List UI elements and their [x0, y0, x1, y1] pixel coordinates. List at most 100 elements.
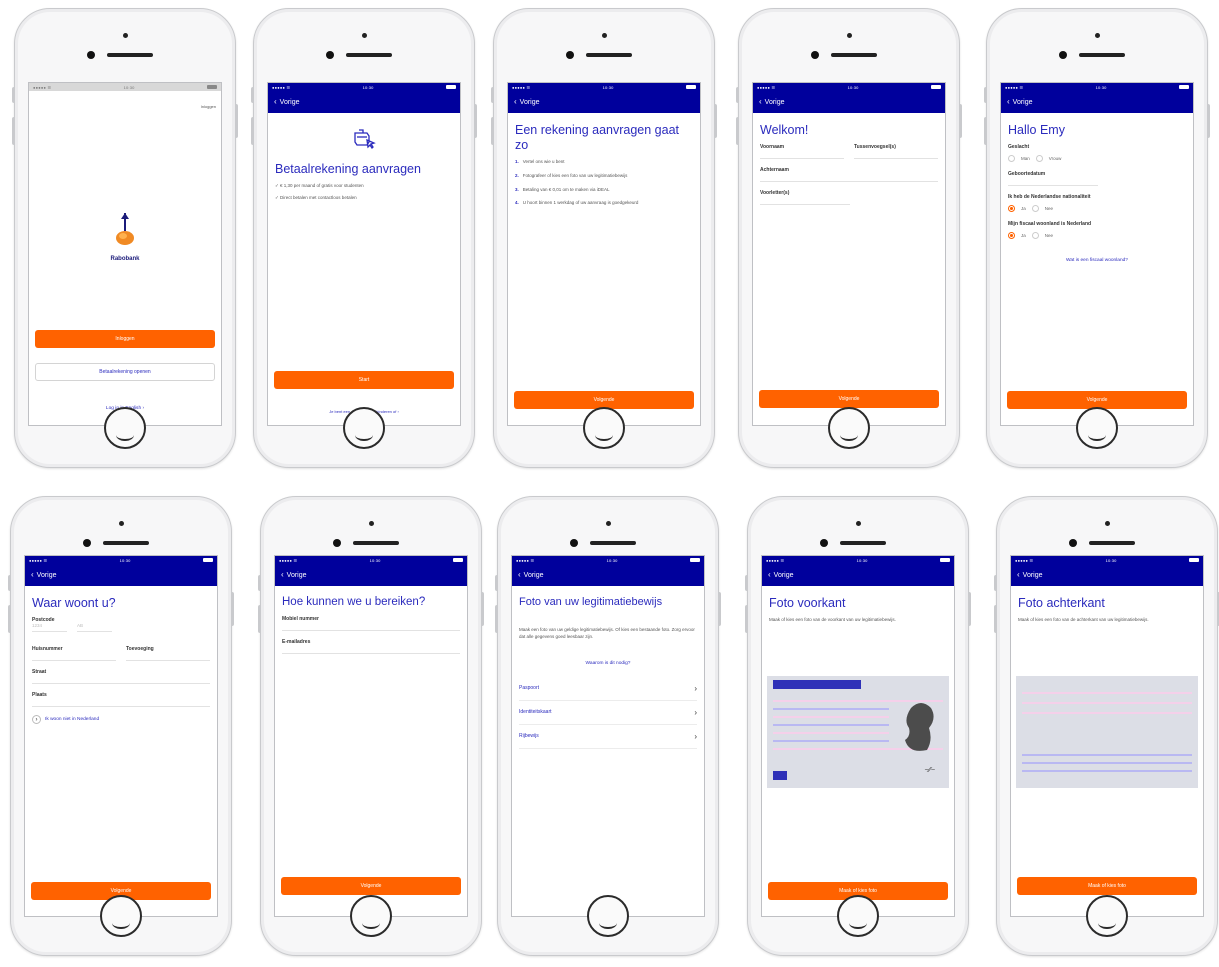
- chevron-left-icon: ‹: [274, 97, 277, 106]
- home-button[interactable]: [837, 895, 879, 937]
- phone-6: ●●●●● ☰ 10:30 ‹ Vorige Waar woont u? Postc…: [8, 496, 234, 956]
- doc-option-passport[interactable]: Paspoort ›: [519, 677, 697, 701]
- city-field[interactable]: [32, 698, 210, 707]
- top-right-link[interactable]: Inloggen: [29, 91, 221, 117]
- page-title: Hoe kunnen we u bereiken?: [282, 596, 426, 608]
- home-button[interactable]: [100, 895, 142, 937]
- home-button[interactable]: [828, 407, 870, 449]
- home-button[interactable]: [1076, 407, 1118, 449]
- chevron-left-icon: ‹: [281, 570, 284, 579]
- page-title: Waar woont u?: [32, 596, 116, 610]
- chevron-right-icon: ›: [694, 731, 697, 741]
- house-number-field[interactable]: [32, 652, 116, 661]
- navbar: ‹ Vorige: [508, 91, 700, 113]
- list-item: 2. Fotografeer of kies een foto van uw le…: [515, 172, 628, 178]
- rabobank-logo: Rabobank: [29, 211, 221, 262]
- first-name-field[interactable]: [760, 150, 844, 159]
- gender-label: Geslacht: [1008, 144, 1030, 150]
- street-field[interactable]: [32, 675, 210, 684]
- last-name-field[interactable]: [760, 173, 938, 182]
- status-bar: ●●●●● ☰ 10:30: [512, 556, 704, 564]
- back-button[interactable]: ‹ Vorige: [274, 98, 300, 106]
- back-button[interactable]: ‹ Vorige: [518, 571, 544, 579]
- back-button[interactable]: ‹ Vorige: [281, 571, 307, 579]
- back-button[interactable]: ‹ Vorige: [514, 98, 540, 106]
- instruction-text: Maak een foto van uw geldige legitimatie…: [519, 627, 695, 639]
- dob-field[interactable]: [1008, 177, 1098, 186]
- status-bar: ●●●●● ☰ 10:30: [268, 83, 460, 91]
- page-title: Foto voorkant: [769, 596, 846, 610]
- home-button[interactable]: [343, 407, 385, 449]
- screen-contact: ●●●●● ☰ 10:30 ‹ Vorige Hoe kunnen we u ber…: [274, 555, 468, 917]
- home-button[interactable]: [104, 407, 146, 449]
- next-button[interactable]: Volgende: [281, 877, 461, 895]
- status-bar: ●●●●● ☰ 10:30: [29, 83, 221, 91]
- radio-nationality-yes[interactable]: [1008, 205, 1015, 212]
- page-title: Een rekening aanvragen gaat zo: [515, 123, 680, 152]
- radio-man[interactable]: [1008, 155, 1015, 162]
- navbar: ‹ Vorige: [25, 564, 217, 586]
- back-button[interactable]: ‹ Vorige: [31, 571, 57, 579]
- residence-info-link[interactable]: Wat is een fiscaal woonland?: [1008, 248, 1186, 266]
- bullet-item: ✓ Direct betalen met contactloos betalen: [275, 194, 357, 200]
- why-link[interactable]: Waarom is dit nodig?: [519, 651, 697, 669]
- infix-field[interactable]: [854, 150, 938, 159]
- open-account-button[interactable]: Betaalrekening openen: [35, 363, 215, 381]
- page-title: Foto achterkant: [1018, 596, 1105, 610]
- radio-residence-no[interactable]: [1031, 232, 1039, 239]
- addition-field[interactable]: [126, 652, 210, 661]
- chevron-left-icon: ‹: [514, 97, 517, 106]
- take-photo-button[interactable]: Maak of kies foto: [1017, 877, 1197, 895]
- screen-id-front: ●●●●● ☰ 10:30 ‹ Vorige Foto voorkant Maak …: [761, 555, 955, 917]
- home-button[interactable]: [350, 895, 392, 937]
- phone-5: ●●●●● ☰ 10:30 ‹ Vorige Hallo Emy Geslacht …: [984, 8, 1210, 468]
- screen-splash: ●●●●● ☰ 10:30 Inloggen Rabobank Inloggen …: [28, 82, 222, 426]
- next-button[interactable]: Volgende: [759, 390, 939, 408]
- radio-woman[interactable]: [1035, 155, 1043, 162]
- start-button[interactable]: Start: [274, 371, 454, 389]
- chevron-left-icon: ‹: [768, 570, 771, 579]
- postcode-letters-field[interactable]: AB: [77, 623, 112, 632]
- doc-option-id-card[interactable]: Identiteitskaart ›: [519, 701, 697, 725]
- abroad-toggle[interactable]: › Ik woon niet in Nederland: [32, 715, 210, 724]
- screen-id-back: ●●●●● ☰ 10:30 ‹ Vorige Foto achterkant Maa…: [1010, 555, 1204, 917]
- email-field[interactable]: [282, 645, 460, 654]
- back-button[interactable]: ‹ Vorige: [1007, 98, 1033, 106]
- navbar: ‹ Vorige: [275, 564, 467, 586]
- status-bar: ●●●●● ☰ 10:30: [1001, 83, 1193, 91]
- home-button[interactable]: [583, 407, 625, 449]
- navbar: ‹ Vorige: [753, 91, 945, 113]
- phone-button: [12, 87, 15, 103]
- instruction-text: Maak of kies een foto van de voorkant va…: [769, 617, 896, 622]
- chevron-right-icon: ›: [694, 707, 697, 717]
- speaker: [107, 53, 153, 57]
- page-title: Welkom!: [760, 123, 809, 137]
- login-button[interactable]: Inloggen: [35, 330, 215, 348]
- id-card-front-illustration: ~⁄⁄~: [767, 676, 949, 788]
- chevron-right-icon: ›: [32, 715, 41, 724]
- navbar: ‹ Vorige: [512, 564, 704, 586]
- back-button[interactable]: ‹ Vorige: [759, 98, 785, 106]
- chevron-right-icon: ›: [694, 683, 697, 693]
- instruction-text: Maak of kies een foto van de achterkant …: [1018, 617, 1149, 622]
- steps-list: 1. Vertel ons wie u bent 2. Fotografeer of…: [515, 159, 693, 207]
- radio-residence-yes[interactable]: [1008, 232, 1015, 239]
- back-button[interactable]: ‹ Vorige: [768, 571, 794, 579]
- back-button[interactable]: ‹ Vorige: [1017, 571, 1043, 579]
- radio-nationality-no[interactable]: [1031, 205, 1039, 212]
- bullet-item: ✓ € 1,30 per maand of gratis voor studen…: [275, 183, 364, 188]
- doc-option-drivers-license[interactable]: Rijbewijs ›: [519, 725, 697, 749]
- chevron-left-icon: ‹: [759, 97, 762, 106]
- phone-button: [12, 117, 15, 145]
- home-button[interactable]: [1086, 895, 1128, 937]
- initials-field[interactable]: [760, 196, 850, 205]
- id-card-back-illustration: [1016, 676, 1198, 788]
- mobile-field[interactable]: [282, 622, 460, 631]
- screen-details: ●●●●● ☰ 10:30 ‹ Vorige Hallo Emy Geslacht …: [1000, 82, 1194, 426]
- phone-button: [235, 104, 238, 138]
- home-button[interactable]: [587, 895, 629, 937]
- page-title: Betaalrekening aanvragen: [275, 162, 421, 176]
- navbar: ‹ Vorige: [1001, 91, 1193, 113]
- chevron-left-icon: ‹: [1007, 97, 1010, 106]
- postcode-digits-field[interactable]: 1234: [32, 623, 67, 632]
